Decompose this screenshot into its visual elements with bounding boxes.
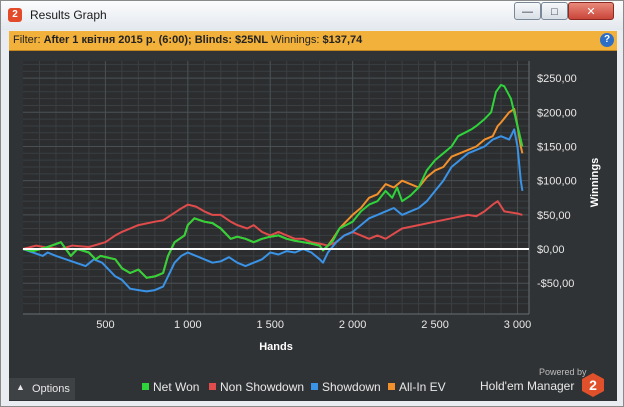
x-tick-label: 2 000: [339, 319, 367, 331]
net-won-swatch: [142, 383, 149, 390]
legend-label: All-In EV: [399, 380, 446, 394]
results-graph-window: 2 Results Graph — □ ✕ Filter: After 1 кв…: [0, 0, 624, 407]
y-axis-title: Winnings: [589, 158, 601, 207]
y-tick-label: $100,00: [537, 176, 577, 188]
all-in-ev-swatch: [388, 383, 395, 390]
powered-by-text: Powered by: [539, 367, 587, 377]
options-label: Options: [32, 383, 70, 395]
x-axis-title: Hands: [259, 341, 293, 353]
y-tick-label: $50,00: [537, 210, 571, 222]
results-chart: 500 1 000 1 500 2 000 2 500 3 000 $250,00 $200,…: [22, 61, 601, 353]
x-tick-label: 2 500: [421, 319, 449, 331]
options-button[interactable]: ▲ Options: [9, 378, 75, 400]
y-tick-label: -$50,00: [537, 278, 574, 290]
y-tick-label: $150,00: [537, 141, 577, 153]
legend-item-net-won: Net Won: [142, 380, 199, 394]
showdown-swatch: [311, 383, 318, 390]
legend-item-all-in-ev: All-In EV: [388, 380, 446, 394]
y-tick-label: $0,00: [537, 244, 565, 256]
chevron-up-icon: ▲: [16, 382, 25, 392]
legend-item-non-showdown: Non Showdown: [209, 380, 304, 394]
brand-name: Hold'em Manager: [480, 379, 575, 393]
legend-item-showdown: Showdown: [311, 380, 381, 394]
x-tick-label: 500: [96, 319, 114, 331]
y-tick-label: $200,00: [537, 107, 577, 119]
x-tick-label: 3 000: [504, 319, 532, 331]
y-tick-label: $250,00: [537, 73, 577, 85]
legend-label: Showdown: [322, 380, 381, 394]
x-tick-label: 1 000: [174, 319, 202, 331]
legend-label: Non Showdown: [220, 380, 305, 394]
non-showdown-swatch: [209, 383, 216, 390]
legend-label: Net Won: [153, 380, 200, 394]
x-tick-label: 1 500: [256, 319, 284, 331]
